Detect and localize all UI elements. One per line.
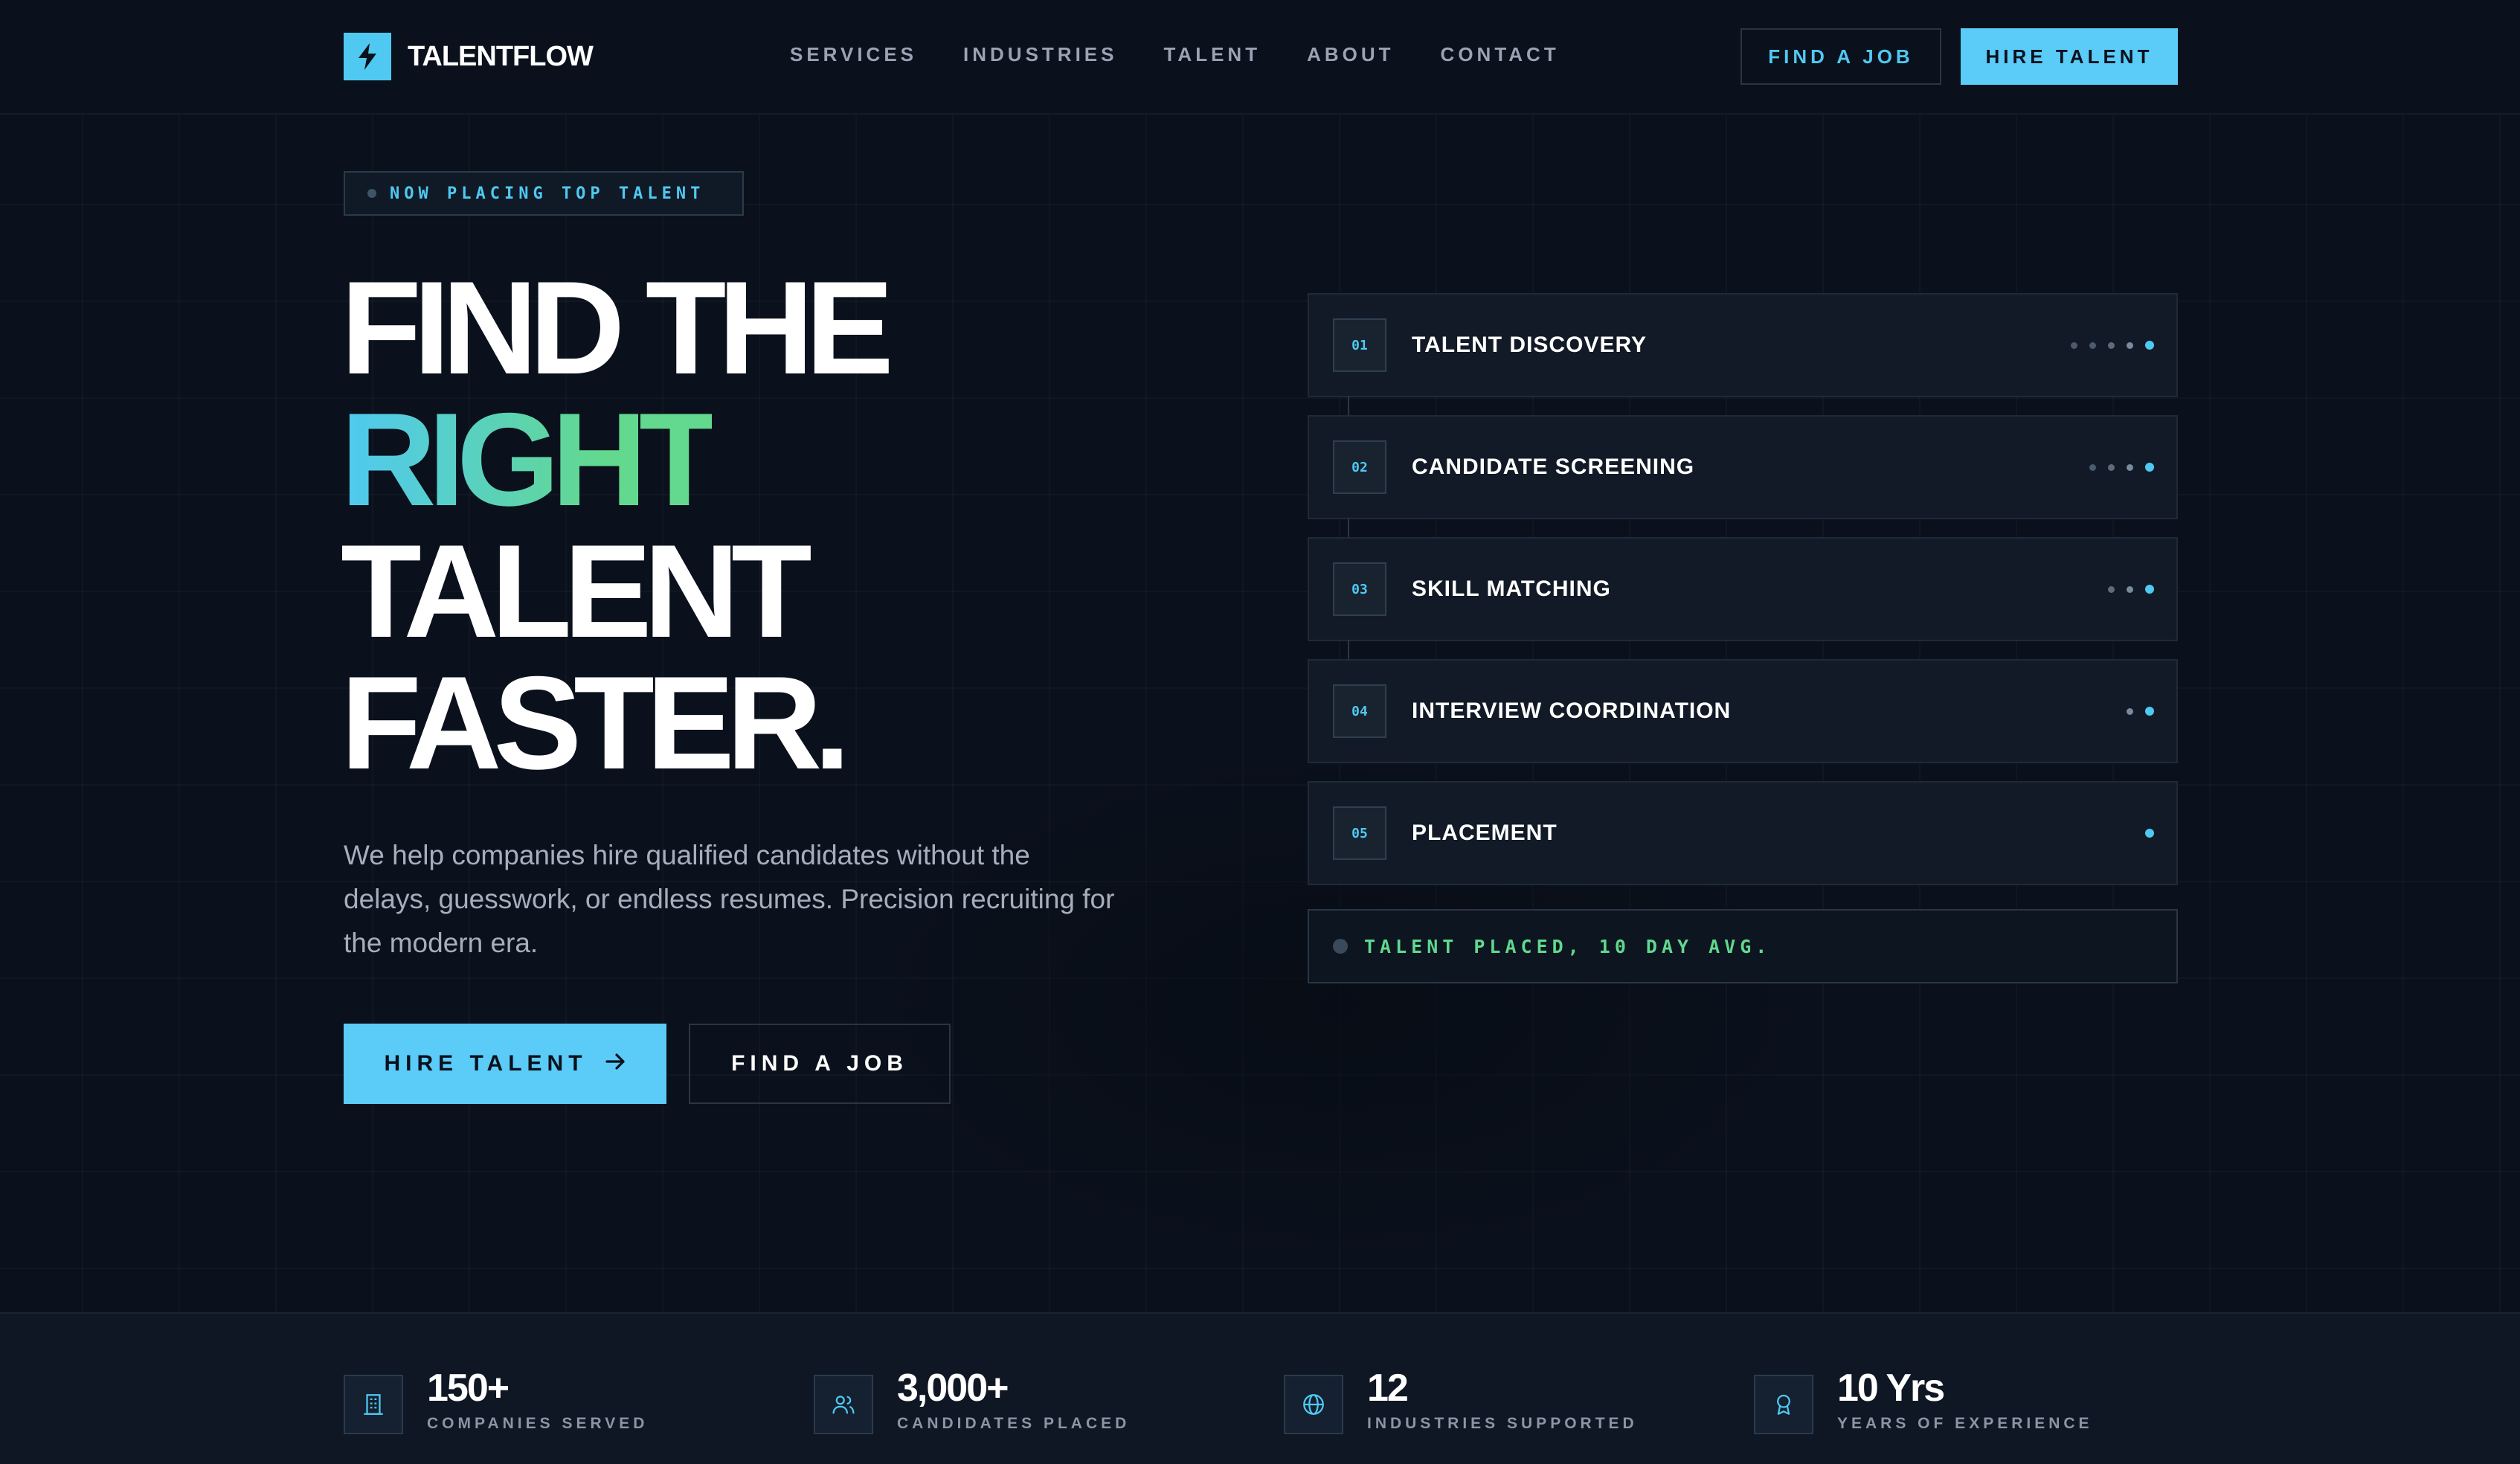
hero-headline: FIND THE RIGHT TALENT FASTER.: [341, 254, 894, 797]
progress-dot: [2127, 463, 2133, 471]
step-number: 04: [1333, 684, 1386, 738]
stat-label: INDUSTRIES SUPPORTED: [1367, 1415, 1638, 1432]
progress-dot: [2127, 707, 2133, 715]
progress-dot-active: [2145, 463, 2154, 472]
status-text: TALENT PLACED, 10 DAY AVG.: [1364, 935, 1772, 957]
headline-line-3: TALENT: [341, 517, 812, 665]
hero-hire-talent-label: HIRE TALENT: [384, 1051, 588, 1076]
step-label: TALENT DISCOVERY: [1412, 333, 1648, 357]
brand-name: TALENTFLOW: [408, 40, 594, 72]
process-step: 02 CANDIDATE SCREENING: [1308, 415, 2178, 537]
stat-label: COMPANIES SERVED: [427, 1415, 649, 1432]
progress-dot-active: [2145, 341, 2154, 350]
step-number: 02: [1333, 440, 1386, 494]
stat-label: CANDIDATES PLACED: [897, 1415, 1131, 1432]
progress-dot-active: [2145, 707, 2154, 716]
step-label: SKILL MATCHING: [1412, 577, 1611, 601]
step-connector: [1348, 396, 1349, 415]
hero-find-job-button[interactable]: FIND A JOB: [689, 1024, 951, 1104]
globe-icon: [1284, 1375, 1343, 1434]
step-progress-dots: [2059, 341, 2154, 350]
progress-dot: [2108, 341, 2115, 349]
nav-find-job-button[interactable]: FIND A JOB: [1740, 28, 1941, 85]
step-progress-dots: [2077, 463, 2154, 472]
hero-description: We help companies hire qualified candida…: [344, 840, 1115, 958]
nav-link-about[interactable]: ABOUT: [1307, 43, 1394, 66]
progress-dot: [2108, 585, 2115, 593]
nav-links: SERVICES INDUSTRIES TALENT ABOUT CONTACT: [790, 43, 1606, 66]
progress-dot: [2071, 341, 2077, 349]
stat-label: YEARS OF EXPERIENCE: [1837, 1415, 2093, 1432]
step-progress-dots: [2096, 585, 2154, 594]
stat-candidates: 3,000+ CANDIDATES PLACED: [814, 1364, 1130, 1434]
stat-experience: 10 Yrs YEARS OF EXPERIENCE: [1754, 1364, 2093, 1434]
status-indicator-dot: [1333, 939, 1348, 954]
lightning-bolt-icon: [344, 33, 391, 80]
hero-hire-talent-button[interactable]: HIRE TALENT: [344, 1024, 666, 1104]
progress-dot: [2108, 463, 2115, 471]
progress-dot: [2127, 585, 2133, 593]
top-navigation: TALENTFLOW SERVICES INDUSTRIES TALENT AB…: [0, 0, 2520, 115]
hero-tagline-badge: NOW PLACING TOP TALENT: [344, 171, 744, 216]
progress-dot-active: [2145, 829, 2154, 838]
brand-logo[interactable]: TALENTFLOW: [344, 33, 594, 80]
progress-dot: [2089, 463, 2096, 471]
stat-value: 12: [1367, 1367, 1409, 1410]
step-progress-dots: [2115, 707, 2154, 716]
progress-dot: [2089, 341, 2096, 349]
stat-value: 10 Yrs: [1837, 1367, 1945, 1410]
headline-line-2-accent: RIGHT: [341, 385, 720, 533]
tagline-dot: [367, 189, 376, 198]
process-steps: 01 TALENT DISCOVERY 02 CANDIDATE SCREENI…: [1308, 293, 2178, 903]
headline-line-1: FIND THE: [341, 254, 894, 402]
arrow-right-icon: [605, 1051, 626, 1076]
tagline-text: NOW PLACING TOP TALENT: [390, 184, 705, 203]
stat-companies: 150+ COMPANIES SERVED: [344, 1364, 648, 1434]
process-step: 01 TALENT DISCOVERY: [1308, 293, 2178, 415]
process-step: 03 SKILL MATCHING: [1308, 537, 2178, 659]
stat-value: 3,000+: [897, 1367, 1009, 1410]
step-connector: [1348, 640, 1349, 659]
building-icon: [344, 1375, 403, 1434]
step-progress-dots: [2133, 829, 2154, 838]
nav-link-industries[interactable]: INDUSTRIES: [963, 43, 1117, 66]
step-label: INTERVIEW COORDINATION: [1412, 699, 1732, 723]
step-connector: [1348, 518, 1349, 537]
process-step: 05 PLACEMENT: [1308, 781, 2178, 885]
users-icon: [814, 1375, 873, 1434]
award-icon: [1754, 1375, 1813, 1434]
placement-status-bar: TALENT PLACED, 10 DAY AVG.: [1308, 909, 2178, 983]
step-number: 05: [1333, 806, 1386, 860]
stat-industries: 12 INDUSTRIES SUPPORTED: [1284, 1364, 1638, 1434]
nav-link-talent[interactable]: TALENT: [1163, 43, 1261, 66]
headline-line-4: FASTER.: [341, 649, 851, 797]
step-number: 03: [1333, 562, 1386, 616]
stat-value: 150+: [427, 1367, 510, 1410]
progress-dot-active: [2145, 585, 2154, 594]
progress-dot: [2127, 341, 2133, 349]
step-label: CANDIDATE SCREENING: [1412, 455, 1695, 479]
nav-hire-talent-button[interactable]: HIRE TALENT: [1961, 28, 2178, 85]
nav-link-services[interactable]: SERVICES: [790, 43, 917, 66]
step-number: 01: [1333, 318, 1386, 372]
step-label: PLACEMENT: [1412, 821, 1558, 845]
stats-bar: 150+ COMPANIES SERVED 3,000+ CANDIDATES …: [0, 1312, 2520, 1464]
nav-link-contact[interactable]: CONTACT: [1441, 43, 1560, 66]
process-step: 04 INTERVIEW COORDINATION: [1308, 659, 2178, 763]
